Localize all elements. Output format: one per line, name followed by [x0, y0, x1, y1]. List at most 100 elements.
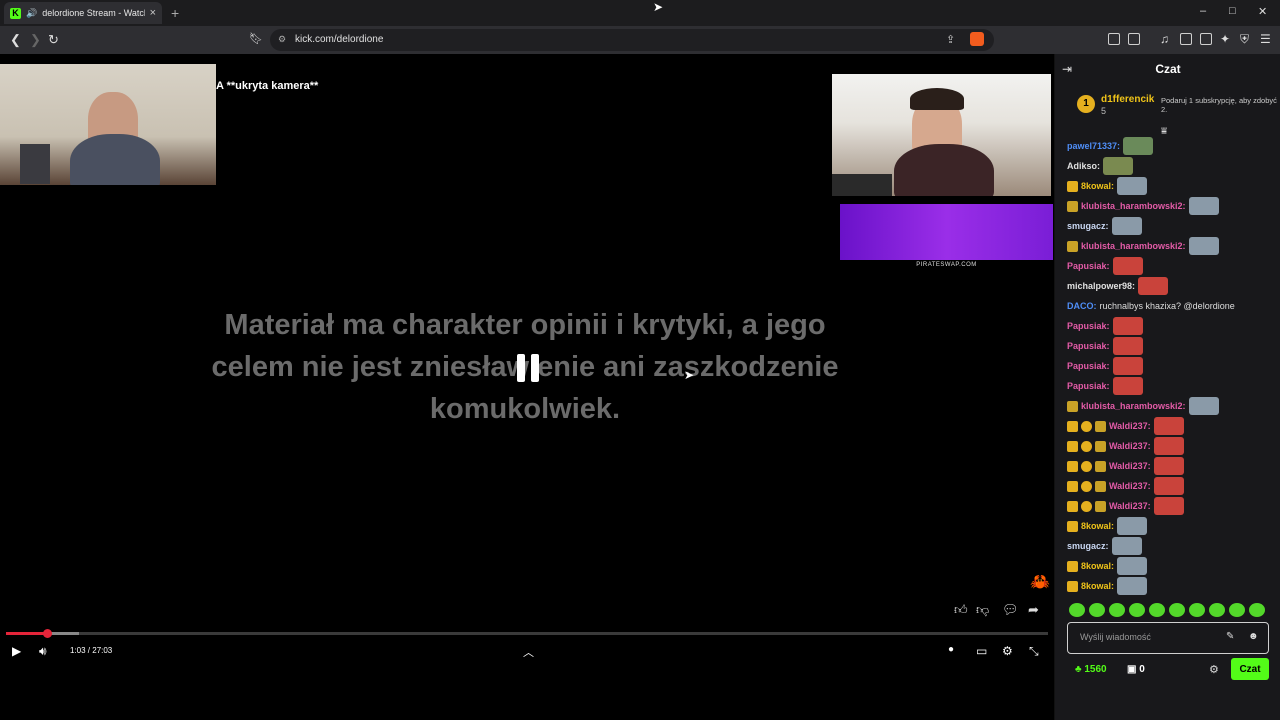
shield-badge-icon[interactable] [1095, 480, 1106, 492]
chat-username[interactable]: pawel71337: [1067, 141, 1120, 151]
emote-icon[interactable] [1069, 603, 1085, 617]
crown-badge-icon[interactable] [1067, 420, 1078, 432]
shield-badge-icon[interactable] [1067, 200, 1078, 212]
browser-tab[interactable]: K 🔊 delordione Stream - Watch Li × [4, 2, 162, 24]
extensions-icon[interactable] [1108, 33, 1120, 45]
pause-overlay-icon[interactable] [517, 354, 541, 382]
emote-image[interactable] [1112, 257, 1143, 275]
forward-icon[interactable]: ❯ [30, 32, 41, 48]
vpn-shield-icon[interactable]: ⛨ [1240, 32, 1249, 47]
emote-icon[interactable] [1209, 603, 1225, 617]
emote-image[interactable] [1112, 357, 1143, 375]
sidebar-icon[interactable] [1180, 33, 1192, 45]
emote-icon[interactable] [1109, 603, 1125, 617]
live-dot-icon[interactable]: ● [948, 644, 954, 655]
chat-username[interactable]: DACO: [1067, 301, 1097, 311]
chat-username[interactable]: Adikso: [1067, 161, 1100, 171]
chat-username[interactable]: 8kowal: [1081, 181, 1114, 191]
site-info-icon[interactable]: ⚙ [278, 34, 286, 45]
chevron-up-icon[interactable]: ︿ [523, 644, 534, 660]
emote-image[interactable] [1138, 277, 1169, 295]
crown-badge-icon[interactable] [1067, 520, 1078, 532]
emote-image[interactable] [1153, 477, 1184, 495]
chat-username[interactable]: Papusiak: [1067, 381, 1110, 391]
chat-username[interactable]: 8kowal: [1081, 581, 1114, 591]
crown-badge-icon[interactable] [1067, 440, 1078, 452]
bookmark-icon[interactable]: 🔖︎ [249, 32, 263, 45]
emote-icon[interactable] [1129, 603, 1145, 617]
crown-badge-icon[interactable] [1067, 560, 1078, 572]
emote-image[interactable] [1188, 397, 1219, 415]
emote-image[interactable] [1111, 537, 1142, 555]
shield-badge-icon[interactable] [1095, 460, 1106, 472]
shield-badge-icon[interactable] [1067, 400, 1078, 412]
minimize-icon[interactable]: – [1200, 5, 1206, 17]
coin-badge-icon[interactable] [1081, 440, 1092, 452]
chat-username[interactable]: smugacz: [1067, 221, 1109, 231]
chat-username[interactable]: Waldi237: [1109, 501, 1151, 511]
coin-badge-icon[interactable] [1081, 500, 1092, 512]
chat-input-box[interactable]: ✎ ☻ [1067, 622, 1269, 654]
comment-icon[interactable]: 💬︎ [1002, 602, 1019, 618]
emote-icon[interactable] [1229, 603, 1245, 617]
chat-username[interactable]: klubista_harambowski2: [1081, 241, 1186, 251]
chat-username[interactable]: 8kowal: [1081, 521, 1114, 531]
share-video-icon[interactable]: ➦ [1028, 602, 1039, 618]
emote-image[interactable] [1112, 377, 1143, 395]
coin-badge-icon[interactable] [1081, 420, 1092, 432]
emote-icon[interactable] [1189, 603, 1205, 617]
emote-icon[interactable] [1249, 603, 1265, 617]
emote-image[interactable] [1112, 337, 1143, 355]
emote-icon[interactable] [1149, 603, 1165, 617]
coin-badge-icon[interactable] [1081, 480, 1092, 492]
shield-badge-icon[interactable] [1095, 420, 1106, 432]
chat-username[interactable]: Waldi237: [1109, 441, 1151, 451]
sponsor-banner-image[interactable] [840, 204, 1053, 260]
crown-badge-icon[interactable] [1067, 460, 1078, 472]
progress-knob[interactable] [42, 629, 52, 638]
chat-username[interactable]: klubista_harambowski2: [1081, 201, 1186, 211]
emote-image[interactable] [1123, 137, 1154, 155]
rewards[interactable]: ▣ 0 [1127, 664, 1145, 675]
play-icon[interactable]: ▶ [12, 644, 21, 658]
emote-icon[interactable] [1169, 603, 1185, 617]
chat-username[interactable]: smugacz: [1067, 541, 1109, 551]
menu-icon[interactable]: ☰ [1260, 32, 1271, 46]
emoji-icon[interactable]: ☻ [1248, 631, 1259, 642]
progress-bar[interactable] [6, 629, 1048, 638]
shield-badge-icon[interactable] [1095, 500, 1106, 512]
emote-icon[interactable] [1089, 603, 1105, 617]
emote-image[interactable] [1153, 497, 1184, 515]
emote-image[interactable] [1153, 437, 1184, 455]
reload-icon[interactable]: ↻ [48, 32, 59, 48]
emote-image[interactable] [1103, 157, 1134, 175]
chat-username[interactable]: Papusiak: [1067, 261, 1110, 271]
chat-username[interactable]: Papusiak: [1067, 341, 1110, 351]
chat-username[interactable]: 8kowal: [1081, 561, 1114, 571]
settings-gear-icon[interactable]: ⚙ [1002, 644, 1013, 658]
like-icon[interactable]: 👍︎ [954, 602, 968, 618]
back-icon[interactable]: ❮ [10, 32, 21, 48]
new-tab-icon[interactable]: + [171, 5, 179, 21]
brave-shield-icon[interactable] [970, 32, 984, 46]
share-icon[interactable]: ⇪ [946, 33, 955, 46]
dislike-icon[interactable]: 👎︎ [976, 602, 989, 618]
pinned-gift-banner[interactable]: 1 d1fferencik 5 Podaruj 1 subskrypcję, a… [1073, 90, 1277, 122]
window-close-icon[interactable]: ✕ [1258, 5, 1267, 18]
emote-image[interactable] [1153, 457, 1184, 475]
chat-username[interactable]: Waldi237: [1109, 481, 1151, 491]
chat-settings-icon[interactable]: ⚙ [1209, 663, 1219, 676]
chat-username[interactable]: Waldi237: [1109, 421, 1151, 431]
translate-icon[interactable]: ✎ [1226, 631, 1234, 642]
emote-image[interactable] [1117, 517, 1148, 535]
leo-icon[interactable]: ✦ [1220, 32, 1230, 46]
filter-icon[interactable]: ⩸ [1161, 126, 1167, 137]
send-chat-button[interactable]: Czat [1231, 658, 1269, 680]
chat-username[interactable]: michalpower98: [1067, 281, 1135, 291]
chat-username[interactable]: Waldi237: [1109, 461, 1151, 471]
coin-badge-icon[interactable] [1081, 460, 1092, 472]
tab-close-icon[interactable]: × [150, 7, 156, 19]
video-player[interactable]: A **ukryta kamera** PIRATESWAP.COM Mater… [0, 54, 1054, 720]
chat-username[interactable]: Papusiak: [1067, 321, 1110, 331]
emote-image[interactable] [1153, 417, 1184, 435]
